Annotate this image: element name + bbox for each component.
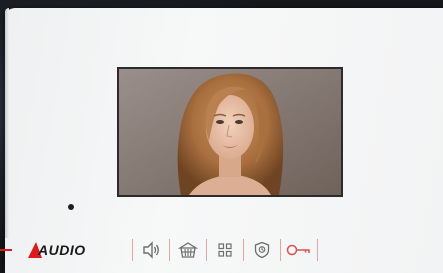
menu-button[interactable] — [207, 236, 243, 264]
toolbar — [132, 236, 318, 264]
brand-logo-text: AUDIO — [38, 242, 86, 258]
door-open-button[interactable] — [281, 236, 317, 264]
microphone-hole — [68, 204, 74, 210]
gate-basket-icon — [178, 242, 198, 258]
shield-icon — [254, 241, 270, 259]
key-icon — [286, 244, 310, 256]
accent-line — [0, 249, 12, 251]
portrait-image — [119, 69, 341, 195]
speaker-button[interactable] — [133, 236, 169, 264]
brand-logo: AUDIO — [28, 242, 86, 258]
grid-menu-icon — [218, 243, 232, 257]
panel-edge — [5, 8, 9, 238]
toolbar-separator — [317, 239, 318, 261]
security-button[interactable] — [244, 236, 280, 264]
gate-button[interactable] — [170, 236, 206, 264]
speaker-icon — [143, 241, 159, 259]
video-screen — [117, 67, 343, 197]
